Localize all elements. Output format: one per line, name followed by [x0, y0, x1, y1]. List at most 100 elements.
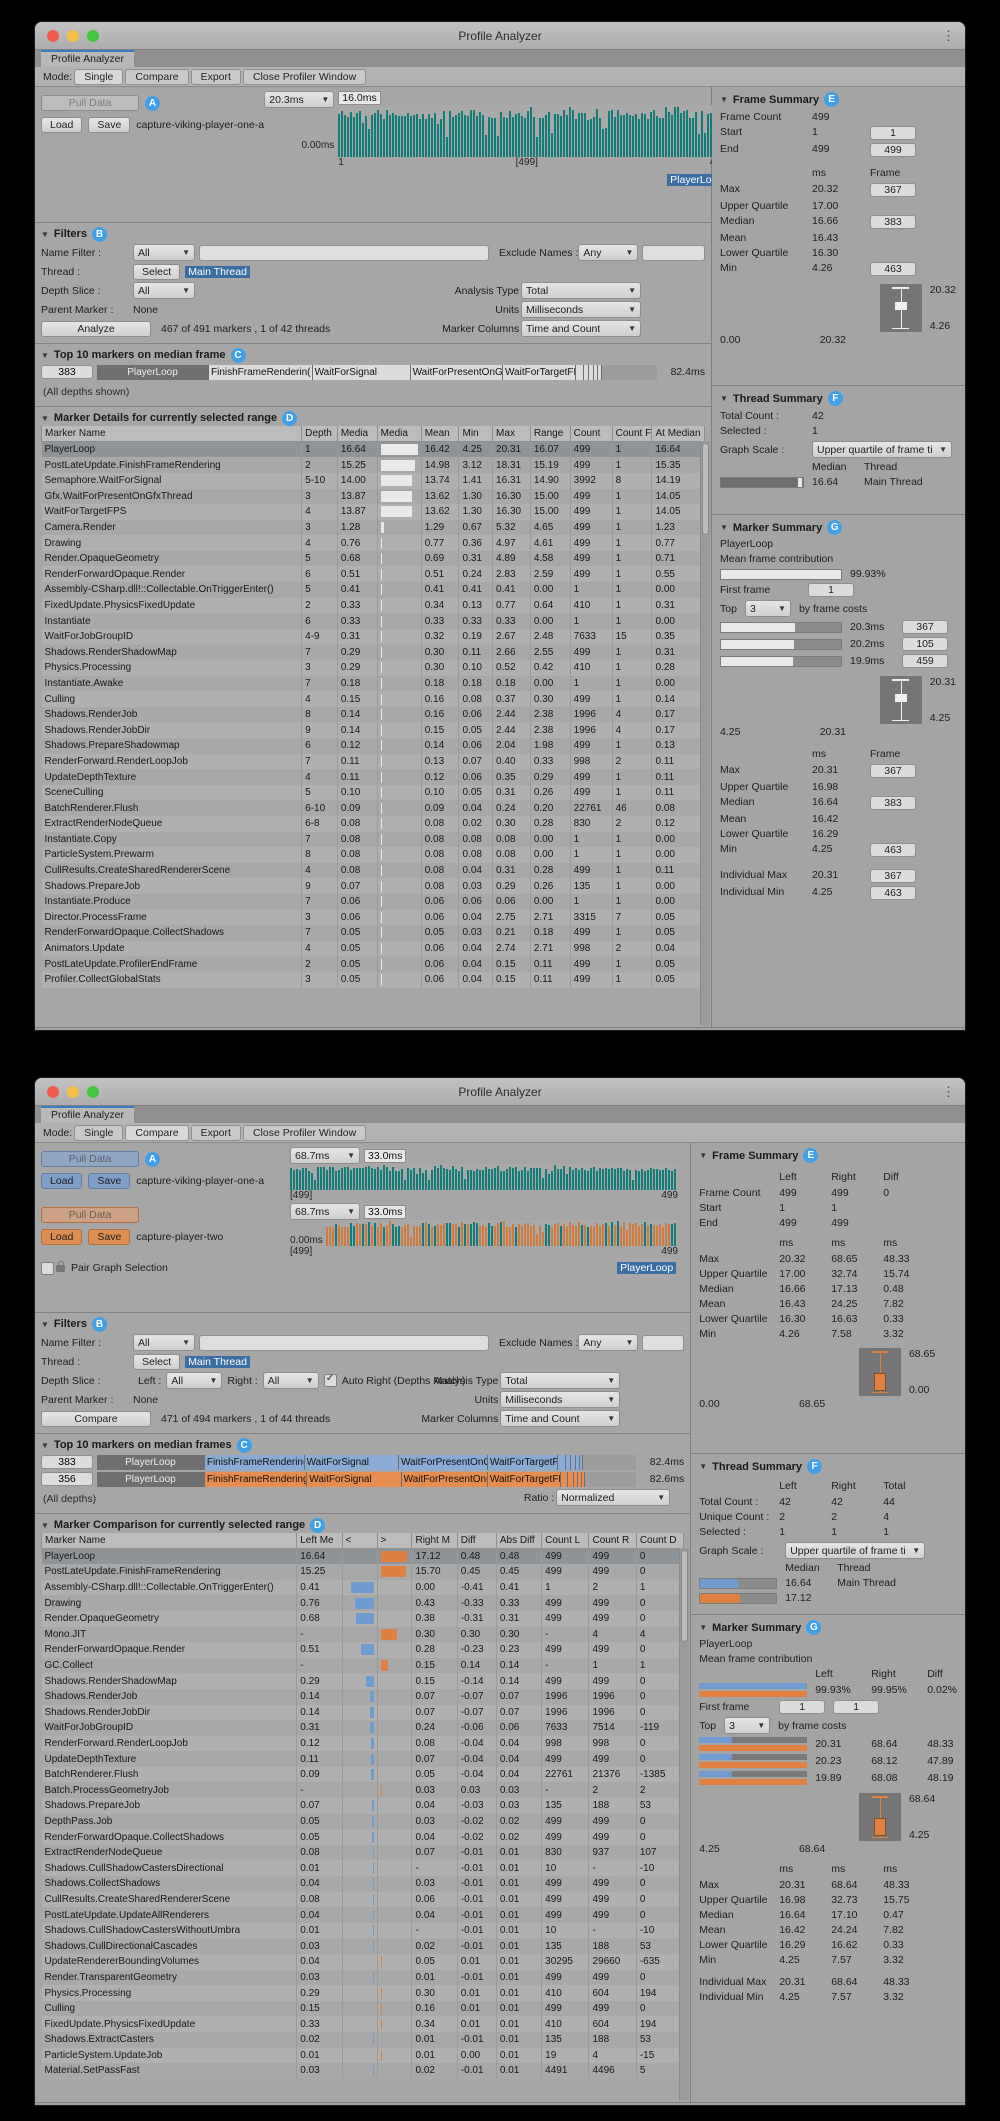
range-dropdown[interactable]: 68.7ms▼ — [290, 1147, 360, 1164]
table-row[interactable]: Shadows.RenderJobDir90.140.150.052.442.3… — [42, 722, 705, 738]
thread-select-button[interactable]: Select — [133, 1354, 180, 1370]
m-frame-button[interactable]: 367 — [870, 764, 916, 778]
thread-value-chip[interactable]: Main Thread — [185, 266, 250, 278]
table-row[interactable]: Shadows.RenderShadowMap70.290.300.112.66… — [42, 644, 705, 660]
table-row[interactable]: Shadows.PrepareShadowmap60.120.140.062.0… — [42, 738, 705, 754]
column-header--[interactable]: < — [342, 1533, 377, 1549]
table-row[interactable]: Shadows.CullDirectionalCascades0.030.02-… — [42, 1938, 684, 1954]
table-row[interactable]: Shadows.ExtractCasters0.020.01-0.010.011… — [42, 2032, 684, 2048]
scrollbar-thumb[interactable] — [681, 1550, 688, 1642]
table-row[interactable]: FixedUpdate.PhysicsFixedUpdate0.330.340.… — [42, 2016, 684, 2032]
pair-graph-checkbox[interactable] — [41, 1262, 54, 1275]
table-row[interactable]: Shadows.PrepareJob90.070.080.030.290.261… — [42, 878, 705, 894]
auto-right-checkbox[interactable] — [324, 1374, 337, 1387]
load-button[interactable]: Load — [41, 117, 82, 133]
table-row[interactable]: Director.ProcessFrame30.060.060.042.752.… — [42, 910, 705, 926]
table-row[interactable]: Shadows.RenderJob0.140.07-0.070.07199619… — [42, 1689, 684, 1705]
table-row[interactable]: UpdateDepthTexture40.110.120.060.350.294… — [42, 769, 705, 785]
collapse-triangle-icon[interactable]: ▼ — [720, 394, 728, 403]
table-row[interactable]: DepthPass.Job0.050.03-0.020.024994990 — [42, 1814, 684, 1830]
collapse-triangle-icon[interactable]: ▼ — [41, 351, 49, 360]
table-row[interactable]: Assembly-CSharp.dll!::Collectable.OnTrig… — [42, 1580, 684, 1596]
thread-value-chip[interactable]: Main Thread — [185, 1356, 250, 1368]
collapse-triangle-icon[interactable]: ▼ — [41, 230, 49, 239]
table-row[interactable]: Assembly-CSharp.dll!::Collectable.OnTrig… — [42, 582, 705, 598]
table-row[interactable]: Instantiate.Produce70.060.060.060.060.00… — [42, 894, 705, 910]
frame-frame-button[interactable]: 499 — [870, 143, 916, 157]
ind-frame-button[interactable]: 463 — [870, 886, 916, 900]
column-header-media[interactable]: Media — [377, 426, 421, 442]
name-filter-input[interactable] — [199, 1335, 489, 1351]
column-header-right-m[interactable]: Right M — [412, 1533, 457, 1549]
compare-button[interactable]: Compare — [41, 1411, 151, 1427]
collapse-triangle-icon[interactable]: ▼ — [699, 1462, 707, 1471]
column-header-marker-name[interactable]: Marker Name — [42, 1533, 297, 1549]
mode-compare-button[interactable]: Compare — [125, 69, 188, 85]
table-row[interactable]: Instantiate.Awake70.180.180.180.180.0011… — [42, 676, 705, 692]
column-header-count-l[interactable]: Count L — [542, 1533, 589, 1549]
m-frame-button[interactable]: 383 — [870, 796, 916, 810]
table-row[interactable]: Profiler.CollectGlobalStats30.050.060.04… — [42, 972, 705, 988]
table-row[interactable]: Mono.JIT-0.300.300.30-44 — [42, 1627, 684, 1643]
top10-segment[interactable] — [582, 1472, 585, 1487]
frame-time-chart[interactable] — [326, 1220, 678, 1246]
save-button[interactable]: Save — [88, 1173, 130, 1189]
close-profiler-window-button[interactable]: Close Profiler Window — [243, 1125, 366, 1141]
collapse-triangle-icon[interactable]: ▼ — [41, 1320, 49, 1329]
pull-data-button[interactable]: Pull Data — [41, 1207, 139, 1223]
table-row[interactable]: FixedUpdate.PhysicsFixedUpdate20.330.340… — [42, 598, 705, 614]
top10-segment[interactable]: WaitForPresentOnG — [399, 1455, 488, 1470]
collapse-triangle-icon[interactable]: ▼ — [720, 95, 728, 104]
exclude-filter-input[interactable] — [642, 245, 705, 261]
median-frame-button[interactable]: 383 — [41, 365, 93, 379]
table-row[interactable]: UpdateDepthTexture0.110.07-0.040.0449949… — [42, 1751, 684, 1767]
column-header-count-fr[interactable]: Count Fr — [612, 426, 652, 442]
top10-segment[interactable]: WaitForPresentOnG — [411, 365, 503, 380]
first-frame-left-button[interactable]: 1 — [779, 1700, 825, 1714]
first-frame-button[interactable]: 1 — [808, 583, 854, 597]
table-row[interactable]: GC.Collect-0.150.140.14-11 — [42, 1658, 684, 1674]
ind-frame-button[interactable]: 367 — [870, 869, 916, 883]
table-row[interactable]: Drawing40.760.770.364.974.6149910.77 — [42, 535, 705, 551]
depth-right-dropdown[interactable]: All▼ — [263, 1372, 319, 1389]
table-row[interactable]: PlayerLoop116.6416.424.2520.3116.0749911… — [42, 441, 705, 457]
table-row[interactable]: UpdateRendererBoundingVolumes0.040.050.0… — [42, 1954, 684, 1970]
column-header--[interactable]: > — [377, 1533, 412, 1549]
name-match-dropdown[interactable]: All▼ — [133, 1334, 195, 1351]
table-row[interactable]: WaitForTargetFPS413.8713.621.3016.3015.0… — [42, 504, 705, 520]
depth-slice-dropdown[interactable]: All▼ — [133, 282, 195, 299]
mode-single-button[interactable]: Single — [74, 69, 123, 85]
load-button[interactable]: Load — [41, 1173, 82, 1189]
table-row[interactable]: ExtractRenderNodeQueue0.080.07-0.010.018… — [42, 1845, 684, 1861]
table-row[interactable]: Shadows.RenderJob80.140.160.062.442.3819… — [42, 707, 705, 723]
column-header-left-me[interactable]: Left Me — [297, 1533, 342, 1549]
first-frame-right-button[interactable]: 1 — [833, 1700, 879, 1714]
collapse-triangle-icon[interactable]: ▼ — [699, 1151, 707, 1160]
table-row[interactable]: Render.OpaqueGeometry0.680.38-0.310.3149… — [42, 1611, 684, 1627]
median-frame-button[interactable]: 356 — [41, 1472, 93, 1486]
histogram[interactable] — [720, 676, 872, 724]
table-row[interactable]: Camera.Render31.281.290.675.324.6549911.… — [42, 520, 705, 536]
table-row[interactable]: Shadows.RenderJobDir0.140.07-0.070.07199… — [42, 1705, 684, 1721]
top10-segment[interactable]: PlayerLoop — [97, 1455, 205, 1470]
table-row[interactable]: Physics.Processing0.290.300.010.01410604… — [42, 1985, 684, 2001]
collapse-triangle-icon[interactable]: ▼ — [699, 1623, 707, 1632]
top10-segment[interactable]: WaitForSignal — [307, 1472, 401, 1487]
mode-single-button[interactable]: Single — [74, 1125, 123, 1141]
table-row[interactable]: Batch.ProcessGeometryJob-0.030.030.03-22 — [42, 1782, 684, 1798]
scrollbar-thumb[interactable] — [702, 443, 709, 535]
top10-segment[interactable]: WaitForTargetFPS — [503, 365, 576, 380]
frame-time-chart[interactable] — [290, 1164, 678, 1190]
table-row[interactable]: SceneCulling50.100.100.050.310.2649910.1… — [42, 785, 705, 801]
histogram[interactable] — [699, 1348, 851, 1396]
vertical-scrollbar[interactable] — [700, 441, 710, 1025]
table-row[interactable]: Shadows.CullShadowCastersWithoutUmbra0.0… — [42, 1923, 684, 1939]
selected-marker-chip[interactable]: PlayerLoop — [617, 1262, 676, 1274]
top10-marker-bar[interactable]: PlayerLoopFinishFrameRenderingWaitForSig… — [97, 1472, 636, 1487]
pull-data-button[interactable]: Pull Data — [41, 95, 139, 111]
table-row[interactable]: Material.SetPassFast0.030.02-0.010.01449… — [42, 2063, 684, 2079]
frame-time-chart[interactable] — [338, 105, 726, 157]
top-n-dropdown[interactable]: 3▼ — [745, 600, 791, 617]
table-row[interactable]: PlayerLoop16.6417.120.480.484994990 — [42, 1548, 684, 1564]
tab-profile-analyzer[interactable]: Profile Analyzer — [41, 1106, 134, 1123]
